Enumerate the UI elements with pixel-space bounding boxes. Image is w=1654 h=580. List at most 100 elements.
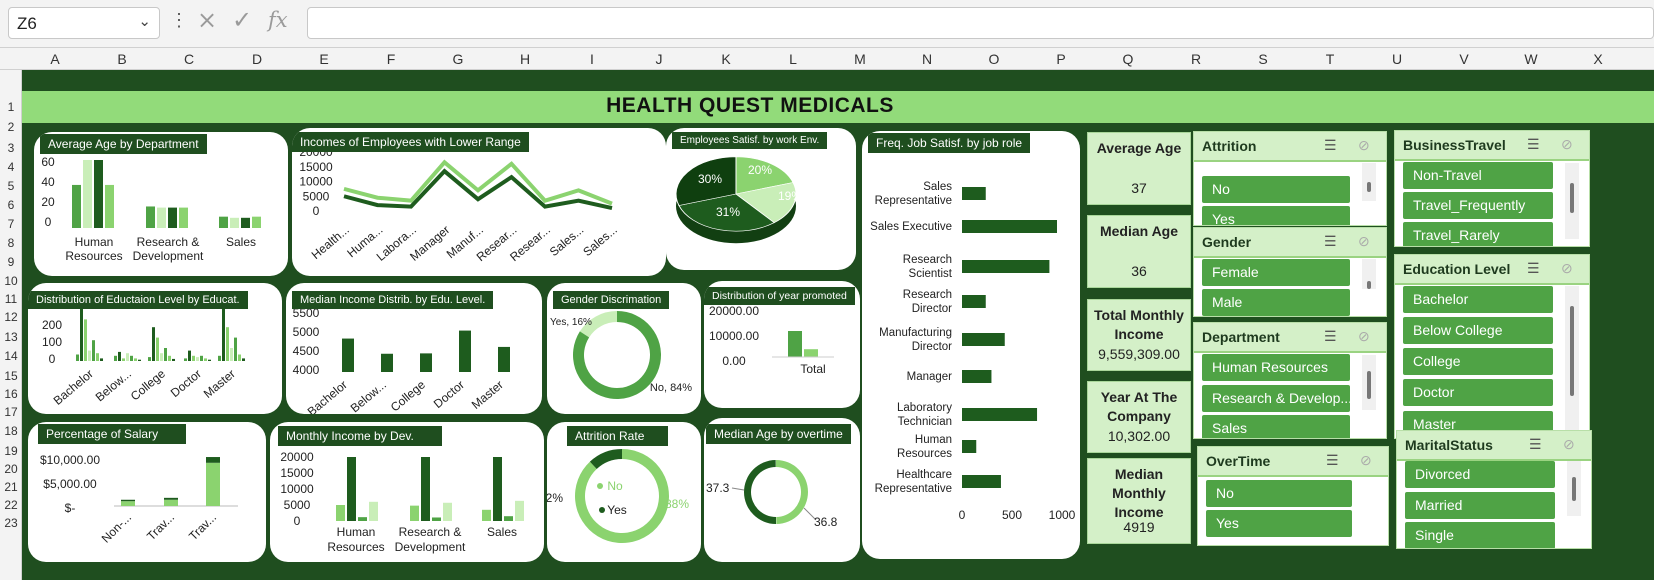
row-header-16[interactable]: 16 xyxy=(0,387,22,401)
multi-select-icon[interactable]: ☰ xyxy=(1529,436,1542,453)
scrollbar-thumb[interactable] xyxy=(1367,281,1371,289)
slicer-item[interactable]: Female xyxy=(1202,259,1350,286)
slicer-item[interactable]: Research & Develop... xyxy=(1202,385,1350,412)
scrollbar-thumb[interactable] xyxy=(1367,182,1371,192)
column-header-L[interactable]: L xyxy=(789,51,797,67)
slicer-item[interactable]: Bachelor xyxy=(1403,286,1553,313)
row-header-6[interactable]: 6 xyxy=(0,198,22,212)
row-header-2[interactable]: 2 xyxy=(0,120,22,134)
column-header-Q[interactable]: Q xyxy=(1123,51,1134,67)
slicer-item[interactable]: Married xyxy=(1405,492,1555,519)
slicer-item[interactable]: Yes xyxy=(1202,206,1350,225)
slicer-item[interactable]: Travel_Rarely xyxy=(1403,222,1553,246)
row-header-7[interactable]: 7 xyxy=(0,217,22,231)
slicer-gender[interactable]: Gender ☰ ⊘ Female Male xyxy=(1193,227,1387,317)
row-header-10[interactable]: 10 xyxy=(0,274,22,288)
row-header-9[interactable]: 9 xyxy=(0,255,22,269)
slicer-item[interactable]: Human Resources xyxy=(1202,354,1350,381)
scrollbar[interactable] xyxy=(1362,355,1376,410)
pct-salary-card[interactable]: Percentage of Salary $10,000.00 $5,000.00… xyxy=(28,422,266,562)
attrition-rate-card[interactable]: Attrition Rate No Yes 12% 88% xyxy=(547,422,701,562)
scrollbar[interactable] xyxy=(1567,461,1581,516)
row-header-3[interactable]: 3 xyxy=(0,141,22,155)
row-header-14[interactable]: 14 xyxy=(0,349,22,363)
scrollbar-thumb[interactable] xyxy=(1570,306,1574,396)
row-header-11[interactable]: 11 xyxy=(0,292,22,306)
cancel-icon[interactable]: × xyxy=(197,6,217,34)
monthly-income-dev-card[interactable]: Monthly Income by Dev. 20000 15000 10000 50… xyxy=(270,422,544,562)
row-header-15[interactable]: 15 xyxy=(0,369,22,383)
slicer-item[interactable]: Male xyxy=(1202,289,1350,316)
median-income-edu-card[interactable]: Median Income Distrib. by Edu. Level. 55… xyxy=(286,283,542,414)
row-header-20[interactable]: 20 xyxy=(0,462,22,476)
clear-filter-icon[interactable]: ⊘ xyxy=(1561,136,1573,153)
chevron-down-icon[interactable]: ⌄ xyxy=(138,12,151,30)
column-header-O[interactable]: O xyxy=(989,51,1000,67)
edu-dist-card[interactable]: Distribution of Eductaion Level by Educa… xyxy=(28,283,282,414)
column-header-C[interactable]: C xyxy=(184,51,194,67)
column-header-A[interactable]: A xyxy=(50,51,59,67)
row-header-8[interactable]: 8 xyxy=(0,236,22,250)
slicer-item[interactable]: Below College xyxy=(1403,317,1553,344)
multi-select-icon[interactable]: ☰ xyxy=(1324,137,1337,154)
row-header-19[interactable]: 19 xyxy=(0,444,22,458)
column-header-B[interactable]: B xyxy=(117,51,126,67)
clear-filter-icon[interactable]: ⊘ xyxy=(1358,233,1370,250)
more-options-icon[interactable]: ⋮ xyxy=(170,10,188,31)
column-header-R[interactable]: R xyxy=(1191,51,1201,67)
column-header-N[interactable]: N xyxy=(922,51,932,67)
column-header-M[interactable]: M xyxy=(854,51,866,67)
enter-icon[interactable]: ✓ xyxy=(232,6,252,34)
row-header-23[interactable]: 23 xyxy=(0,516,22,530)
name-box[interactable]: Z6 ⌄ xyxy=(8,7,160,39)
slicer-item[interactable]: No xyxy=(1202,176,1350,203)
slicer-item[interactable]: No xyxy=(1206,480,1352,507)
slicer-item[interactable]: College xyxy=(1403,348,1553,375)
multi-select-icon[interactable]: ☰ xyxy=(1326,452,1339,469)
slicer-attrition[interactable]: Attrition ☰ ⊘ No Yes xyxy=(1193,131,1387,226)
slicer-item[interactable]: Doctor xyxy=(1403,379,1553,406)
column-header-H[interactable]: H xyxy=(520,51,530,67)
incomes-lower-card[interactable]: Incomes of Employees with Lower Range 20… xyxy=(292,128,666,276)
insert-function-icon[interactable]: fx xyxy=(268,8,288,32)
multi-select-icon[interactable]: ☰ xyxy=(1324,233,1337,250)
slicer-item[interactable]: Sales xyxy=(1202,415,1350,438)
slicer-item[interactable]: Travel_Frequently xyxy=(1403,192,1553,219)
column-header-I[interactable]: I xyxy=(590,51,594,67)
row-header-17[interactable]: 17 xyxy=(0,405,22,419)
clear-filter-icon[interactable]: ⊘ xyxy=(1358,328,1370,345)
row-header-12[interactable]: 12 xyxy=(0,310,22,324)
multi-select-icon[interactable]: ☰ xyxy=(1527,260,1540,277)
formula-input[interactable] xyxy=(307,7,1654,39)
column-header-T[interactable]: T xyxy=(1326,51,1335,67)
column-header-W[interactable]: W xyxy=(1524,51,1537,67)
avg-age-card[interactable]: Average Age by Department 60 40 20 0 Human Re… xyxy=(34,132,288,276)
slicer-education-level[interactable]: Education Level ☰ ⊘ Bachelor Below College Co… xyxy=(1394,254,1590,439)
column-header-G[interactable]: G xyxy=(453,51,464,67)
slicer-item[interactable]: Non-Travel xyxy=(1403,162,1553,189)
satis-env-card[interactable]: Employees Satisf. by work Env. 20% 19% 31%… xyxy=(666,128,856,270)
column-header-S[interactable]: S xyxy=(1258,51,1267,67)
row-header-4[interactable]: 4 xyxy=(0,160,22,174)
column-header-D[interactable]: D xyxy=(252,51,262,67)
year-promoted-card[interactable]: Distribution of year promoted 20000.00 10… xyxy=(704,281,860,408)
gender-card[interactable]: Gender Discrimation Yes, 16% No, 84% xyxy=(547,283,701,414)
scrollbar[interactable] xyxy=(1362,259,1376,289)
slicer-department[interactable]: Department ☰ ⊘ Human Resources Research & De… xyxy=(1193,322,1387,439)
median-age-ot-card[interactable]: Median Age by overtime NoYes37.336.8 xyxy=(704,418,860,562)
row-header-5[interactable]: 5 xyxy=(0,179,22,193)
clear-filter-icon[interactable]: ⊘ xyxy=(1563,436,1575,453)
multi-select-icon[interactable]: ☰ xyxy=(1527,136,1540,153)
scrollbar-thumb[interactable] xyxy=(1572,477,1576,501)
scrollbar[interactable] xyxy=(1362,163,1376,201)
row-header-18[interactable]: 18 xyxy=(0,424,22,438)
column-header-P[interactable]: P xyxy=(1056,51,1065,67)
scrollbar[interactable] xyxy=(1565,163,1579,239)
column-header-F[interactable]: F xyxy=(387,51,396,67)
clear-filter-icon[interactable]: ⊘ xyxy=(1561,260,1573,277)
slicer-item[interactable]: Single xyxy=(1405,522,1555,548)
column-header-J[interactable]: J xyxy=(656,51,663,67)
slicer-item[interactable]: Divorced xyxy=(1405,461,1555,488)
row-header-21[interactable]: 21 xyxy=(0,480,22,494)
slicer-maritalstatus[interactable]: MaritalStatus ☰ ⊘ Divorced Married Single xyxy=(1396,430,1592,549)
